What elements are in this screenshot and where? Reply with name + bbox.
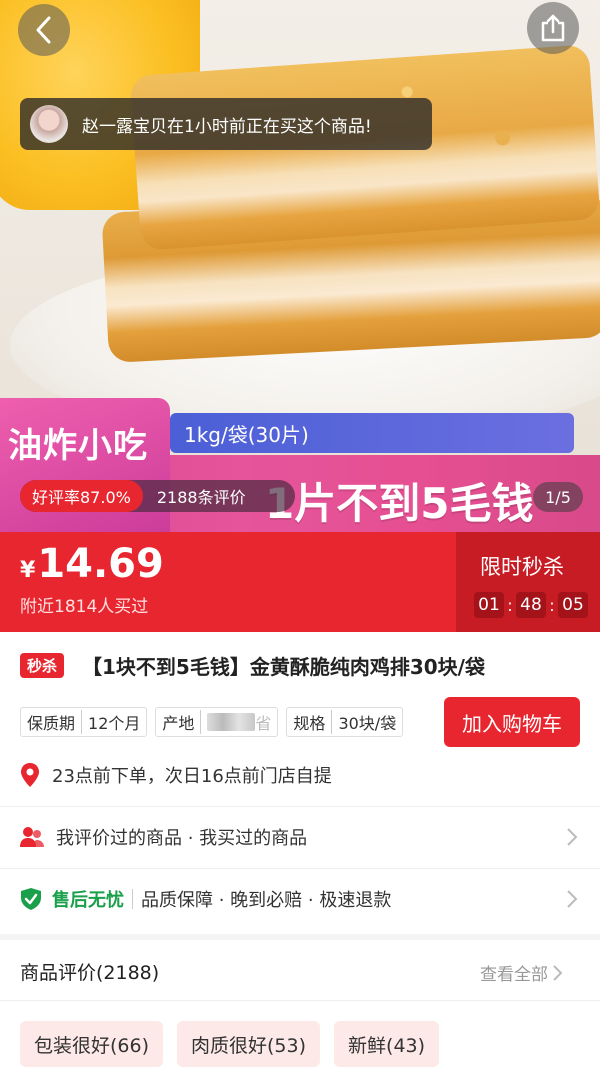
rating-pill[interactable]: 好评率87.0% 2188条评价 [20, 480, 295, 512]
users-icon [20, 826, 44, 847]
good-rate-badge: 好评率87.0% [20, 480, 143, 512]
share-icon [541, 14, 565, 42]
divider [0, 1000, 600, 1001]
see-all-text: 查看全部 [480, 965, 548, 985]
after-sale-detail: 品质保障 · 晚到必赔 · 极速退款 [141, 889, 392, 911]
flash-sale-title: 限时秒杀 [480, 555, 564, 579]
after-sale-row[interactable]: 售后无忧 品质保障 · 晚到必赔 · 极速退款 [0, 868, 600, 928]
timer-hours: 01 [474, 592, 504, 618]
after-sale-title: 售后无忧 [52, 889, 124, 911]
blurred-origin [207, 713, 256, 731]
divider [132, 888, 133, 909]
review-tag-chip[interactable]: 肉质很好(53) [177, 1021, 321, 1067]
recent-buyer-ticker: 赵一露宝贝在1小时前正在买这个商品! [20, 98, 432, 150]
ticker-text: 赵一露宝贝在1小时前正在买这个商品! [82, 116, 372, 137]
timer-seconds: 05 [558, 592, 588, 618]
promo-slogan: 1片不到5毛钱 [265, 479, 534, 528]
avatar [30, 105, 68, 143]
review-tag-chip[interactable]: 包装很好(66) [20, 1021, 164, 1067]
price-amount: 14.69 [37, 541, 164, 587]
purchase-history-text: 我评价过的商品 · 我买过的商品 [56, 827, 308, 849]
review-tag-list: 包装很好(66) 肉质很好(53) 新鲜(43) [20, 1021, 453, 1067]
shield-check-icon [21, 887, 41, 910]
spec-origin: 产地 省 [155, 707, 279, 737]
pickup-info: 23点前下单，次日16点前门店自提 [20, 762, 332, 788]
countdown-timer: 01 : 48 : 05 [474, 592, 588, 618]
chevron-right-icon [567, 828, 578, 846]
promo-spec-strip: 1kg/袋(30片) [170, 413, 574, 453]
location-pin-icon [21, 763, 39, 787]
bought-nearby: 附近1814人买过 [20, 597, 149, 617]
image-pager: 1/5 [533, 482, 583, 512]
product-title: 【1块不到5毛钱】金黄酥脆纯肉鸡排30块/袋 [82, 655, 485, 679]
chevron-right-icon [567, 890, 578, 908]
pickup-text: 23点前下单，次日16点前门店自提 [52, 766, 332, 787]
spec-size: 规格 30块/袋 [286, 707, 404, 737]
price: ¥14.69 [20, 541, 164, 587]
chevron-left-icon [36, 16, 51, 44]
see-all-reviews-link[interactable]: 查看全部 [480, 960, 564, 985]
product-title-row: 秒杀 【1块不到5毛钱】金黄酥脆纯肉鸡排30块/袋 [20, 651, 485, 680]
currency-symbol: ¥ [20, 558, 36, 583]
add-to-cart-button[interactable]: 加入购物车 [444, 697, 580, 747]
promo-spec-text: 1kg/袋(30片) [184, 422, 309, 447]
back-button[interactable] [18, 4, 70, 56]
review-count: 2188条评价 [156, 488, 246, 507]
spec-shelf-life: 保质期 12个月 [20, 707, 148, 737]
review-tag-chip[interactable]: 新鲜(43) [334, 1021, 440, 1067]
flash-sale-tag: 秒杀 [20, 653, 65, 678]
purchase-history-row[interactable]: 我评价过的商品 · 我买过的商品 [0, 806, 600, 866]
spec-list: 保质期 12个月 产地 省 规格 30块/袋 [20, 707, 411, 737]
reviews-title: 商品评价(2188) [20, 962, 160, 984]
promo-category: 油炸小吃 [8, 426, 148, 466]
share-button[interactable] [527, 2, 579, 54]
timer-minutes: 48 [516, 592, 546, 618]
chevron-right-icon [553, 964, 563, 981]
